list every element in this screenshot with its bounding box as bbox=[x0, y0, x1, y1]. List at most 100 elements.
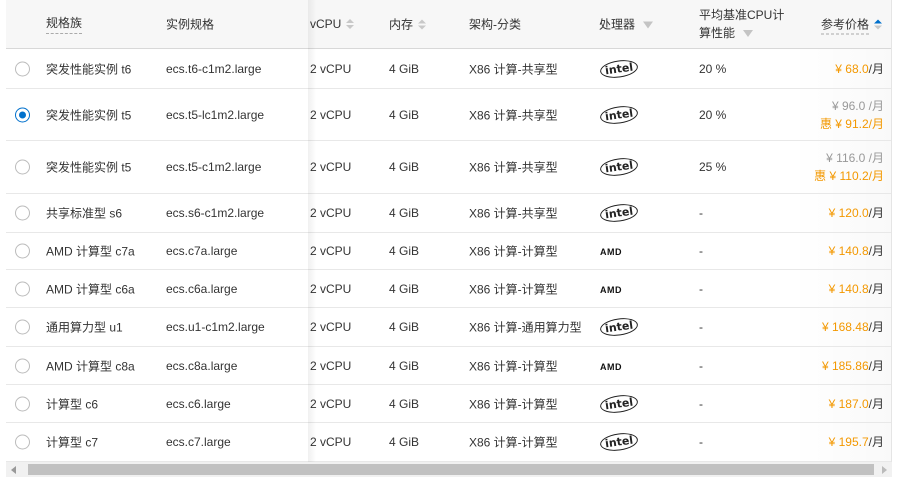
price: ¥ 140.8/月 bbox=[829, 280, 884, 298]
table-row[interactable]: 共享标准型 s6 ecs.s6-c1m2.large 2 vCPU 4 GiB … bbox=[6, 194, 891, 233]
header-memory-label: 内存 bbox=[389, 17, 414, 32]
arch: X86 计算-共享型 bbox=[469, 62, 558, 76]
price: ¥ 120.0/月 bbox=[829, 204, 884, 222]
row-radio[interactable] bbox=[15, 159, 30, 175]
header-perf-line2: 算性能 bbox=[699, 26, 736, 40]
spec: ecs.u1-c1m2.large bbox=[166, 320, 265, 334]
amd-logo-icon: AMD bbox=[600, 284, 622, 295]
vcpu: 2 vCPU bbox=[310, 320, 352, 334]
processor: intel bbox=[599, 430, 640, 454]
sort-icon[interactable] bbox=[346, 18, 355, 31]
table-row[interactable]: 突发性能实例 t5 ecs.t5-lc1m2.large 2 vCPU 4 Gi… bbox=[6, 89, 891, 141]
price: ¥ 116.0 /月惠 ¥ 110.2/月 bbox=[814, 149, 884, 185]
table-row[interactable]: 计算型 c7 ecs.c7.large 2 vCPU 4 GiB X86 计算-… bbox=[6, 423, 891, 462]
table-header: 规格族 实例规格 vCPU 内存 架构-分类 处理器 平均基准CPU计 算性能 参… bbox=[6, 0, 891, 49]
amd-logo-icon: AMD bbox=[600, 247, 622, 257]
vcpu: 2 vCPU bbox=[310, 396, 352, 411]
price-unit: /月 bbox=[868, 281, 884, 296]
price-value: ¥ 168.48 bbox=[821, 320, 869, 334]
memory: 4 GiB bbox=[389, 435, 420, 449]
spec: ecs.t5-lc1m2.large bbox=[166, 107, 265, 122]
scrollbar-thumb[interactable] bbox=[28, 464, 874, 475]
arch: X86 计算-计算型 bbox=[469, 244, 558, 259]
memory: 4 GiB bbox=[389, 107, 420, 122]
table-row[interactable]: 突发性能实例 t6 ecs.t6-c1m2.large 2 vCPU 4 GiB… bbox=[6, 49, 891, 89]
price: ¥ 195.7/月 bbox=[829, 433, 884, 451]
row-radio[interactable] bbox=[15, 434, 30, 450]
price-value: ¥ 187.0 bbox=[828, 396, 869, 411]
row-radio[interactable] bbox=[15, 358, 30, 373]
original-price: ¥ 96.0 /月 bbox=[831, 98, 884, 113]
spec: ecs.c7a.large bbox=[166, 244, 238, 258]
intel-logo-icon: intel bbox=[599, 155, 640, 179]
price: ¥ 187.0/月 bbox=[829, 395, 884, 413]
vcpu: 2 vCPU bbox=[310, 358, 352, 373]
perf: - bbox=[699, 244, 703, 258]
price-unit: /月 bbox=[868, 169, 884, 183]
scroll-right-icon[interactable] bbox=[882, 466, 887, 474]
spec: ecs.c8a.large bbox=[166, 358, 238, 373]
processor: intel bbox=[599, 155, 640, 179]
header-perf: 平均基准CPU计 算性能 bbox=[699, 6, 784, 42]
header-price-label: 参考价格 bbox=[820, 17, 869, 35]
memory: 4 GiB bbox=[389, 320, 420, 334]
price-unit: /月 bbox=[868, 116, 884, 131]
processor: intel bbox=[599, 315, 640, 339]
filter-icon[interactable] bbox=[743, 30, 754, 38]
price: ¥ 140.8/月 bbox=[829, 242, 884, 260]
perf: 20 % bbox=[699, 107, 727, 122]
table-row[interactable]: AMD 计算型 c8a ecs.c8a.large 2 vCPU 4 GiB X… bbox=[6, 347, 891, 385]
header-memory[interactable]: 内存 bbox=[389, 16, 427, 33]
spec: ecs.c6a.large bbox=[166, 281, 238, 296]
processor: AMD bbox=[600, 244, 622, 258]
header-vcpu[interactable]: vCPU bbox=[310, 17, 355, 31]
memory: 4 GiB bbox=[389, 358, 420, 373]
price: ¥ 185.86/月 bbox=[822, 357, 884, 375]
header-family[interactable]: 规格族 bbox=[46, 14, 83, 34]
filter-icon[interactable] bbox=[643, 21, 654, 29]
table-row[interactable]: 计算型 c6 ecs.c6.large 2 vCPU 4 GiB X86 计算-… bbox=[6, 385, 891, 423]
row-radio[interactable] bbox=[15, 107, 30, 122]
arch: X86 计算-计算型 bbox=[469, 282, 558, 296]
price-unit: /月 bbox=[868, 396, 884, 411]
amd-logo-icon: AMD bbox=[600, 361, 622, 372]
table-row[interactable]: AMD 计算型 c6a ecs.c6a.large 2 vCPU 4 GiB X… bbox=[6, 270, 891, 308]
perf: - bbox=[699, 320, 703, 334]
discount-price: 惠 ¥ 91.2 bbox=[819, 116, 869, 131]
spec: ecs.c6.large bbox=[166, 396, 231, 411]
price: ¥ 68.0/月 bbox=[835, 60, 884, 78]
perf: - bbox=[699, 396, 703, 411]
header-price[interactable]: 参考价格 bbox=[820, 16, 882, 35]
row-radio[interactable] bbox=[15, 396, 30, 411]
instance-type-table: 规格族 实例规格 vCPU 内存 架构-分类 处理器 平均基准CPU计 算性能 参… bbox=[6, 0, 892, 462]
table-row[interactable]: 突发性能实例 t5 ecs.t5-c1m2.large 2 vCPU 4 GiB… bbox=[6, 141, 891, 194]
table-row[interactable]: 通用算力型 u1 ecs.u1-c1m2.large 2 vCPU 4 GiB … bbox=[6, 308, 891, 347]
price-value: ¥ 68.0 bbox=[835, 61, 869, 76]
header-arch: 架构-分类 bbox=[469, 17, 521, 32]
row-radio[interactable] bbox=[15, 243, 30, 259]
horizontal-scrollbar[interactable] bbox=[6, 462, 892, 477]
arch: X86 计算-共享型 bbox=[469, 160, 558, 175]
row-radio[interactable] bbox=[15, 281, 30, 296]
row-radio[interactable] bbox=[15, 61, 30, 76]
arch: X86 计算-计算型 bbox=[469, 359, 558, 373]
spec: ecs.c7.large bbox=[166, 435, 231, 449]
price-value: ¥ 140.8 bbox=[828, 281, 869, 296]
family: 计算型 c7 bbox=[46, 435, 99, 450]
family: AMD 计算型 c6a bbox=[46, 282, 135, 296]
vcpu: 2 vCPU bbox=[310, 244, 352, 258]
vcpu: 2 vCPU bbox=[310, 61, 352, 76]
arch: X86 计算-通用算力型 bbox=[469, 320, 582, 335]
sort-icon[interactable] bbox=[418, 19, 427, 31]
memory: 4 GiB bbox=[389, 396, 420, 411]
row-radio[interactable] bbox=[15, 205, 30, 221]
spec: ecs.s6-c1m2.large bbox=[166, 206, 265, 220]
header-processor: 处理器 bbox=[599, 16, 654, 33]
table-row[interactable]: AMD 计算型 c7a ecs.c7a.large 2 vCPU 4 GiB X… bbox=[6, 233, 891, 270]
row-radio[interactable] bbox=[15, 319, 30, 335]
family: 共享标准型 s6 bbox=[46, 206, 123, 221]
sort-asc-icon[interactable] bbox=[874, 19, 882, 31]
header-perf-line1: 平均基准CPU计 bbox=[699, 8, 785, 22]
vcpu: 2 vCPU bbox=[310, 435, 352, 449]
scroll-left-icon[interactable] bbox=[11, 466, 16, 474]
